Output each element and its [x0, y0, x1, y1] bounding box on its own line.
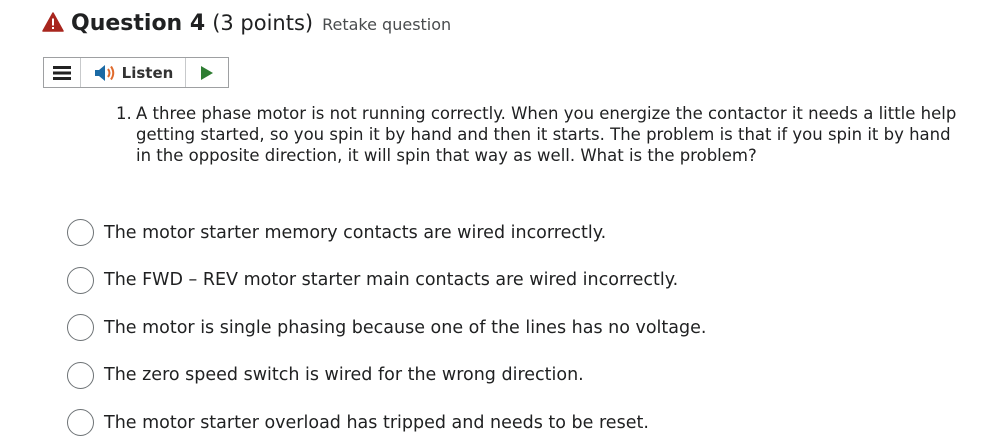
answer-label: The motor is single phasing because one …: [104, 317, 707, 338]
question-text: A three phase motor is not running corre…: [136, 104, 957, 165]
question-prompt: 1. A three phase motor is not running co…: [116, 103, 966, 166]
menu-button[interactable]: [44, 58, 81, 87]
radio-button[interactable]: [67, 314, 94, 342]
answer-option[interactable]: The FWD – REV motor starter main contact…: [67, 257, 706, 305]
listen-button[interactable]: Listen: [81, 58, 186, 87]
radio-button[interactable]: [67, 361, 94, 389]
retake-question-label: Retake question: [322, 15, 452, 34]
answer-option[interactable]: The motor starter overload has tripped a…: [67, 399, 706, 447]
answer-label: The zero speed switch is wired for the w…: [104, 365, 584, 386]
hamburger-menu-icon: [53, 65, 71, 80]
answer-option[interactable]: The zero speed switch is wired for the w…: [67, 352, 706, 400]
answer-option[interactable]: The motor is single phasing because one …: [67, 304, 706, 352]
question-points: (3 points): [212, 11, 314, 35]
answer-options: The motor starter memory contacts are wi…: [67, 209, 706, 447]
play-button[interactable]: [186, 58, 228, 87]
speaker-icon: [94, 64, 114, 81]
question-header: Question 4 (3 points) Retake question: [42, 10, 451, 36]
radio-button[interactable]: [67, 266, 94, 294]
answer-label: The motor starter overload has tripped a…: [104, 412, 649, 433]
warning-icon: [42, 12, 64, 32]
answer-label: The FWD – REV motor starter main contact…: [104, 270, 679, 291]
listen-label: Listen: [121, 63, 174, 82]
radio-button[interactable]: [67, 219, 94, 247]
radio-button[interactable]: [67, 409, 94, 437]
question-title: Question 4: [71, 11, 206, 36]
listen-toolbar: Listen: [43, 57, 229, 88]
question-number: 1.: [116, 104, 132, 123]
answer-option[interactable]: The motor starter memory contacts are wi…: [67, 209, 706, 257]
answer-label: The motor starter memory contacts are wi…: [104, 222, 607, 243]
play-icon: [201, 65, 213, 80]
